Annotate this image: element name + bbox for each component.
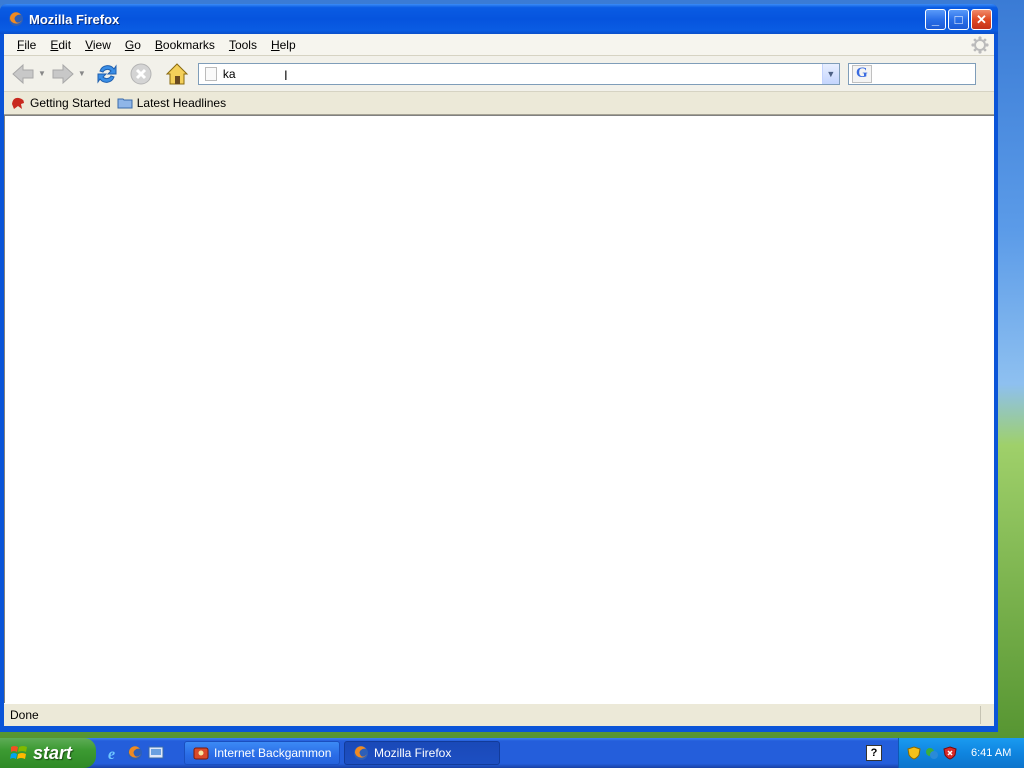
forward-button[interactable] — [50, 59, 76, 89]
menu-bookmarks-rest: ookmarks — [162, 37, 215, 52]
firefox-window: Mozilla Firefox _ □ ✕ File Edit View Go … — [0, 4, 998, 732]
menu-view-rest: iew — [92, 37, 111, 52]
internet-explorer-icon[interactable]: e — [106, 745, 122, 761]
quick-launch: e — [106, 745, 180, 761]
page-content[interactable] — [4, 115, 994, 703]
bookmark-label: Getting Started — [30, 96, 111, 110]
start-label: start — [33, 742, 73, 763]
reload-icon — [97, 63, 117, 84]
menu-view[interactable]: View — [78, 38, 118, 52]
firefox-logo-icon — [9, 12, 23, 26]
menu-bar: File Edit View Go Bookmarks Tools Help — [4, 34, 994, 56]
menu-file[interactable]: File — [10, 38, 43, 52]
home-icon — [165, 62, 189, 84]
taskbar: start e Internet Backgammon Mozilla Fire… — [0, 738, 1024, 768]
address-history-dropdown[interactable]: ▼ — [821, 63, 839, 84]
backgammon-app-icon — [193, 747, 209, 760]
task-label: Internet Backgammon — [214, 746, 332, 760]
page-icon — [204, 66, 217, 81]
svg-text:e: e — [108, 746, 115, 761]
search-bar[interactable]: G — [847, 62, 976, 85]
task-mozilla-firefox[interactable]: Mozilla Firefox — [344, 741, 500, 765]
bookmark-getting-started[interactable]: Getting Started — [10, 95, 111, 111]
title-bar[interactable]: Mozilla Firefox _ □ ✕ — [0, 4, 998, 34]
menu-file-rest: ile — [24, 37, 37, 52]
bookmarks-toolbar: Getting Started Latest Headlines — [4, 92, 994, 115]
back-button[interactable] — [10, 59, 36, 89]
menu-help[interactable]: Help — [264, 38, 303, 52]
help-icon[interactable]: ? — [866, 745, 882, 761]
network-icon[interactable] — [925, 746, 939, 760]
throbber-icon — [971, 36, 989, 54]
clock[interactable]: 6:41 AM — [971, 747, 1011, 759]
back-history-dropdown-icon[interactable]: ▼ — [38, 69, 46, 78]
minimize-icon: _ — [931, 11, 940, 27]
status-text: Done — [10, 708, 39, 722]
status-bar: Done — [4, 703, 994, 726]
navigation-toolbar: ▼ ▼ ka I ▼ G — [4, 56, 994, 92]
window-title: Mozilla Firefox — [29, 11, 120, 27]
chevron-down-icon: ▼ — [826, 68, 836, 79]
firefox-quicklaunch-icon[interactable] — [127, 745, 143, 761]
address-bar[interactable]: ka I ▼ — [197, 62, 840, 85]
forward-history-dropdown-icon[interactable]: ▼ — [78, 69, 86, 78]
menu-help-rest: elp — [279, 37, 296, 52]
start-button[interactable]: start — [0, 738, 96, 768]
reload-button[interactable] — [94, 59, 120, 89]
show-desktop-icon[interactable] — [148, 745, 164, 761]
menu-go-rest: o — [134, 37, 141, 52]
menu-bookmarks[interactable]: Bookmarks — [148, 38, 222, 52]
home-button[interactable] — [164, 59, 190, 89]
task-label: Mozilla Firefox — [374, 746, 452, 760]
menu-go[interactable]: Go — [118, 38, 148, 52]
menu-edit-rest: dit — [58, 37, 72, 52]
security-shield-icon[interactable] — [907, 746, 921, 760]
close-icon: ✕ — [976, 11, 987, 27]
task-internet-backgammon[interactable]: Internet Backgammon — [184, 741, 340, 765]
menu-edit[interactable]: Edit — [43, 38, 78, 52]
text-cursor-icon: I — [283, 66, 288, 83]
minimize-button[interactable]: _ — [925, 8, 946, 30]
menu-tools-rest: ools — [234, 37, 257, 52]
getting-started-icon — [12, 97, 24, 109]
address-input[interactable]: ka — [223, 67, 822, 81]
menu-tools[interactable]: Tools — [222, 38, 264, 52]
system-tray: 6:41 AM — [898, 738, 1024, 768]
forward-arrow-icon — [52, 63, 74, 84]
security-alert-icon[interactable] — [943, 746, 957, 760]
back-arrow-icon — [12, 63, 34, 84]
resize-grip[interactable] — [980, 706, 994, 724]
maximize-icon: □ — [954, 11, 963, 27]
maximize-button[interactable]: □ — [948, 8, 969, 30]
firefox-task-icon — [354, 746, 368, 760]
search-engine-icon[interactable]: G — [851, 64, 872, 83]
stop-button[interactable] — [128, 59, 154, 89]
stop-icon — [130, 63, 152, 84]
bookmark-label: Latest Headlines — [136, 96, 227, 110]
rss-folder-icon — [117, 98, 133, 109]
close-button[interactable]: ✕ — [971, 8, 992, 30]
bookmark-latest-headlines[interactable]: Latest Headlines — [117, 95, 226, 111]
windows-flag-icon — [10, 746, 27, 759]
